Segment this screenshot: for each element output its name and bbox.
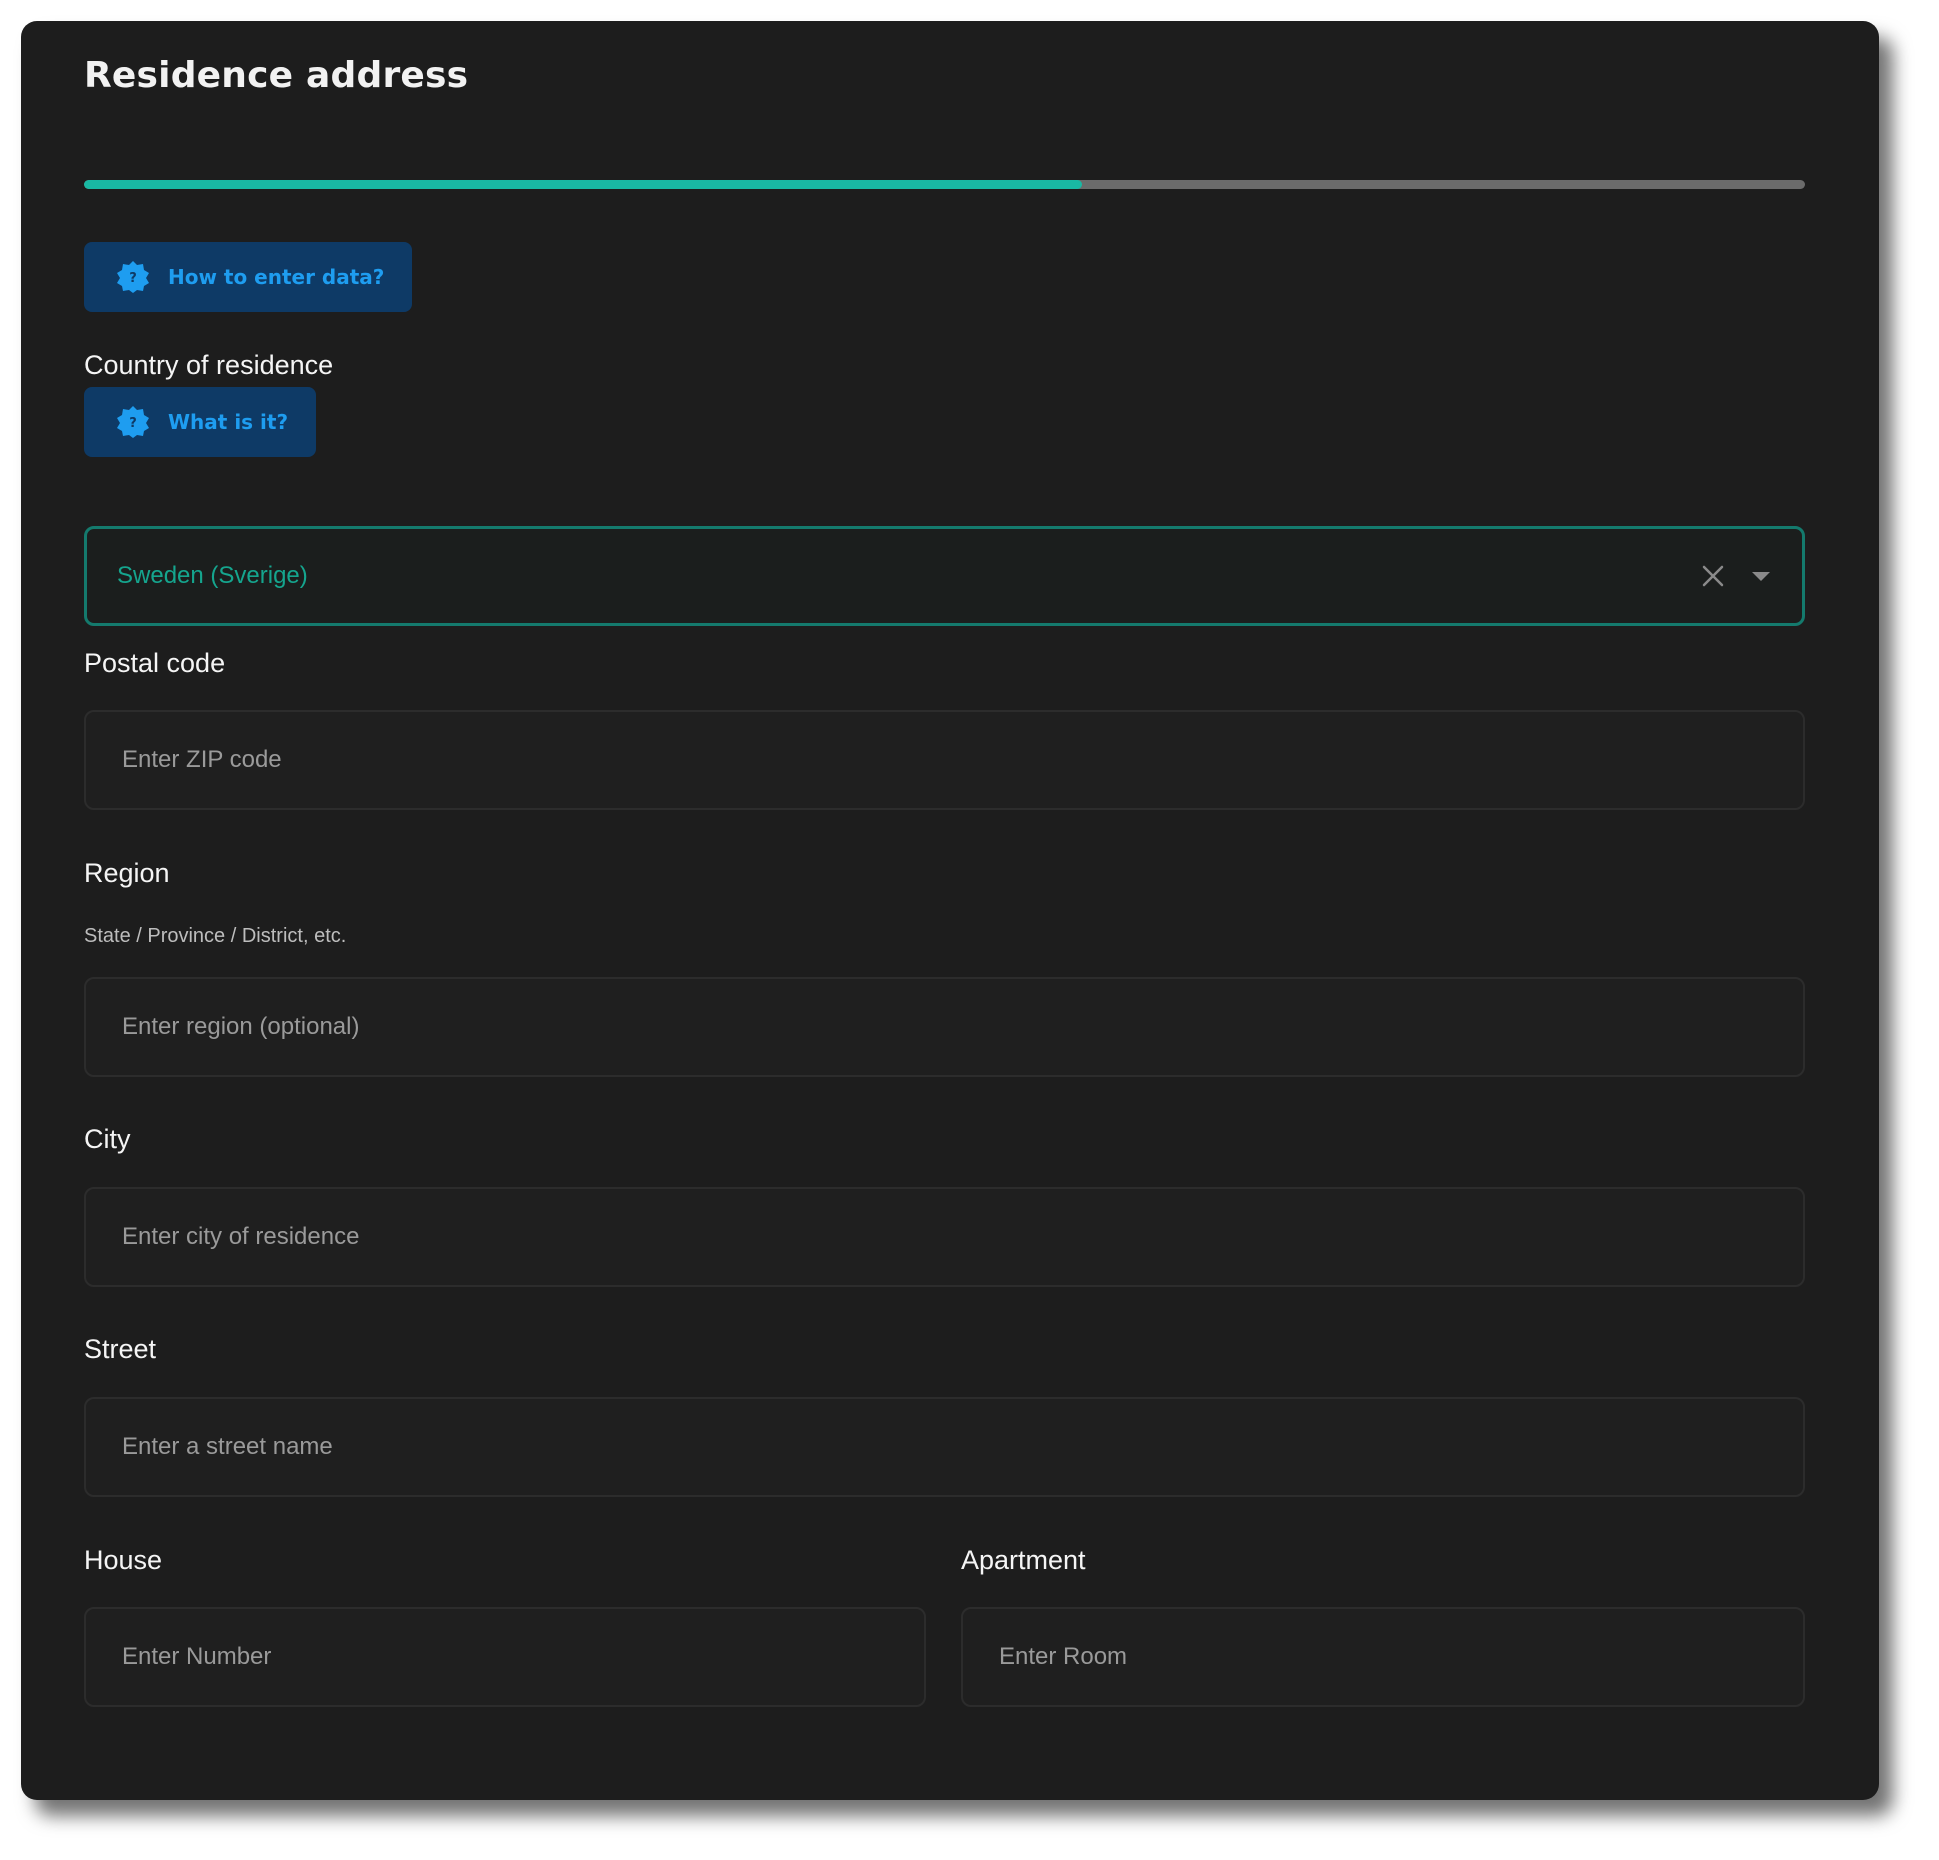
- region-label: Region: [84, 858, 170, 888]
- svg-text:?: ?: [129, 271, 137, 286]
- house-label: House: [84, 1545, 163, 1575]
- question-badge-icon: ?: [117, 406, 149, 438]
- close-icon[interactable]: [1700, 563, 1726, 589]
- house-input[interactable]: [120, 1642, 924, 1672]
- street-label: Street: [84, 1334, 157, 1364]
- residence-address-panel: Residence address ? How to enter data? C…: [21, 21, 1879, 1800]
- street-input[interactable]: [120, 1432, 1803, 1462]
- region-input[interactable]: [120, 1012, 1803, 1042]
- postal-code-input[interactable]: [120, 745, 1803, 775]
- progress-bar: [84, 180, 1805, 189]
- apartment-input[interactable]: [997, 1642, 1803, 1672]
- how-to-enter-data-button[interactable]: ? How to enter data?: [84, 242, 413, 312]
- svg-text:?: ?: [129, 416, 137, 431]
- apartment-label: Apartment: [961, 1545, 1086, 1575]
- question-badge-icon: ?: [117, 261, 149, 293]
- city-label: City: [84, 1124, 131, 1154]
- city-field[interactable]: [84, 1187, 1805, 1287]
- chevron-down-icon[interactable]: [1750, 569, 1772, 583]
- region-hint: State / Province / District, etc.: [84, 925, 347, 947]
- country-label: Country of residence: [84, 350, 334, 380]
- country-select[interactable]: Sweden (Sverige): [84, 526, 1805, 626]
- postal-code-field[interactable]: [84, 710, 1805, 810]
- what-is-it-label: What is it?: [168, 410, 289, 434]
- page-title: Residence address: [84, 55, 469, 96]
- country-select-value: Sweden (Sverige): [117, 562, 308, 589]
- how-to-enter-data-label: How to enter data?: [168, 265, 385, 289]
- postal-code-label: Postal code: [84, 648, 226, 678]
- house-field[interactable]: [84, 1607, 926, 1707]
- street-field[interactable]: [84, 1397, 1805, 1497]
- what-is-it-button[interactable]: ? What is it?: [84, 387, 317, 457]
- progress-bar-fill: [84, 180, 1083, 189]
- city-input[interactable]: [120, 1222, 1803, 1252]
- region-field[interactable]: [84, 977, 1805, 1077]
- apartment-field[interactable]: [961, 1607, 1805, 1707]
